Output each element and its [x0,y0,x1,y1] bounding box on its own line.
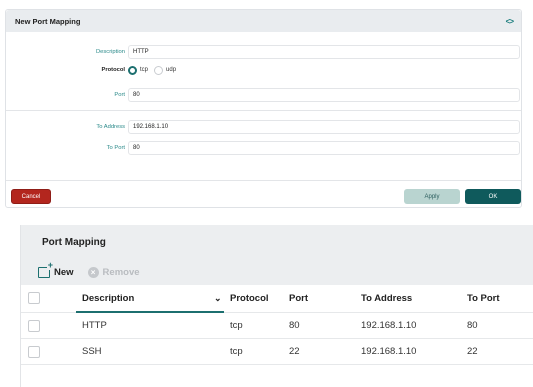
description-label: Description [96,49,125,55]
panel-title: Port Mapping [42,237,106,248]
new-button-label: New [54,267,74,278]
remove-button-label: Remove [102,267,140,278]
dialog-title: New Port Mapping [15,16,81,26]
column-header-protocol[interactable]: Protocol [230,285,269,312]
protocol-label: Protocol [101,67,125,73]
screen: New Port Mapping <> Description HTTP Pro… [0,0,533,387]
dialog-header: New Port Mapping <> [6,10,521,32]
cell-to-address: 192.168.1.10 [361,320,417,331]
row-checkbox[interactable] [28,320,40,332]
ok-button[interactable]: OK [465,189,521,204]
radio-unselected-icon [154,65,164,75]
column-header-to-port[interactable]: To Port [467,285,500,312]
select-all-checkbox[interactable] [28,292,40,304]
column-header-description[interactable]: Description [82,285,134,312]
cell-port: 80 [289,320,300,331]
cell-port: 22 [289,346,300,357]
protocol-option-label: udp [166,67,177,73]
port-mapping-panel: Port Mapping New × Remove Description ⌄ … [20,225,533,387]
protocol-row: Protocol tcp udp [6,63,521,77]
footer-divider [6,180,521,181]
port-row: Port 80 [6,88,521,102]
column-header-port[interactable]: Port [289,285,308,312]
to-port-label: To Port [106,145,125,151]
to-address-label: To Address [96,124,125,130]
cell-description: HTTP [82,320,107,331]
remove-button[interactable]: × Remove [87,267,140,278]
port-mapping-table: Description ⌄ Protocol Port To Address T… [21,285,533,365]
to-port-row: To Port 80 [6,141,521,155]
to-address-row: To Address 192.168.1.10 [6,120,521,134]
panel-header: Port Mapping [21,225,533,260]
cell-to-port: 22 [467,346,478,357]
table-header-row: Description ⌄ Protocol Port To Address T… [21,285,533,313]
column-header-to-address[interactable]: To Address [361,285,412,312]
add-icon [38,261,54,278]
port-field[interactable]: 80 [128,88,520,102]
chevron-down-icon[interactable]: ⌄ [214,285,222,312]
protocol-radio-group: tcp udp [128,65,177,75]
expand-icon[interactable]: <> [506,17,514,26]
protocol-option-udp[interactable]: udp [154,65,177,75]
row-checkbox[interactable] [28,346,40,358]
divider [6,110,521,111]
toolbar: New × Remove [21,260,533,285]
apply-button[interactable]: Apply [404,189,460,204]
cancel-button[interactable]: Cancel [11,189,51,204]
protocol-option-tcp[interactable]: tcp [128,65,149,75]
cell-protocol: tcp [230,346,243,357]
cell-to-address: 192.168.1.10 [361,346,417,357]
cell-to-port: 80 [467,320,478,331]
new-button[interactable]: New [38,261,74,278]
remove-icon: × [87,267,99,278]
description-row: Description HTTP [6,45,521,59]
cell-protocol: tcp [230,320,243,331]
to-port-field[interactable]: 80 [128,141,520,155]
port-label: Port [114,92,125,98]
table-row[interactable]: HTTP tcp 80 192.168.1.10 80 [21,313,533,339]
new-port-mapping-dialog: New Port Mapping <> Description HTTP Pro… [5,9,522,208]
to-address-field[interactable]: 192.168.1.10 [128,120,520,134]
table-row[interactable]: SSH tcp 22 192.168.1.10 22 [21,339,533,365]
protocol-option-label: tcp [140,67,149,73]
cell-description: SSH [82,346,102,357]
radio-selected-icon [128,65,137,75]
description-field[interactable]: HTTP [128,45,520,59]
